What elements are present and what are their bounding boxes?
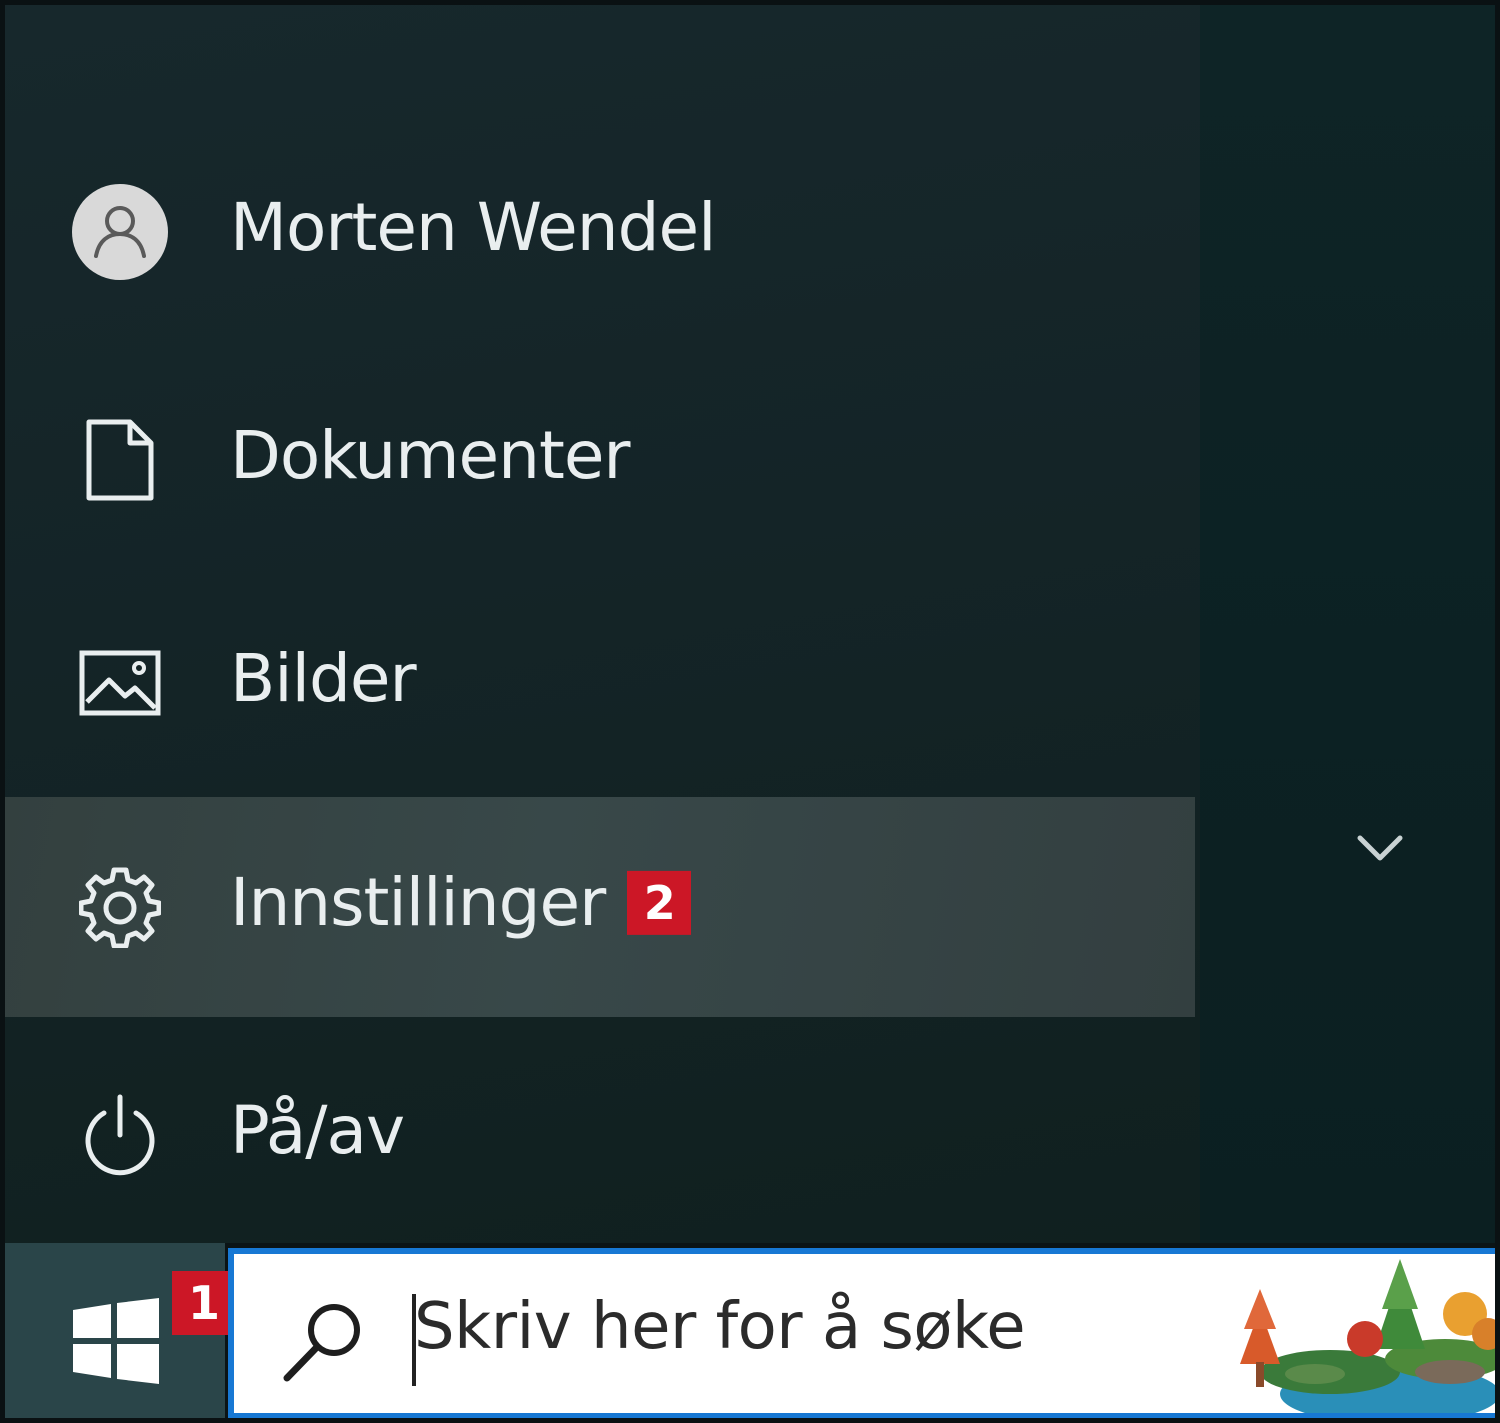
taskbar: 1 Skriv her for å søke <box>0 1243 1500 1423</box>
menu-item-settings-label: Innstillinger 2 <box>230 863 692 941</box>
search-box[interactable]: Skriv her for å søke <box>228 1248 1500 1419</box>
gear-icon <box>70 857 170 957</box>
search-placeholder: Skriv her for å søke <box>414 1290 1026 1364</box>
menu-item-settings[interactable]: Innstillinger 2 <box>5 797 1195 1017</box>
callout-badge-2: 2 <box>627 870 692 935</box>
menu-item-documents-label: Dokumenter <box>230 416 631 494</box>
menu-item-user[interactable]: Morten Wendel <box>5 122 1195 342</box>
windows-logo-icon <box>73 1298 159 1384</box>
menu-item-power-label: På/av <box>230 1091 405 1169</box>
callout-badge-1: 1 <box>172 1271 236 1335</box>
start-button[interactable]: 1 <box>5 1243 236 1418</box>
search-icon <box>283 1304 360 1382</box>
menu-item-power[interactable]: På/av <box>5 1025 1195 1245</box>
user-avatar-icon <box>70 182 170 282</box>
document-icon <box>70 410 170 510</box>
menu-item-pictures[interactable]: Bilder <box>5 573 1195 793</box>
menu-item-documents[interactable]: Dokumenter <box>5 350 1195 570</box>
pictures-icon <box>70 633 170 733</box>
power-icon <box>70 1085 170 1185</box>
search-highlight-illustration <box>1240 1259 1500 1413</box>
menu-item-user-label: Morten Wendel <box>230 188 716 266</box>
chevron-down-icon[interactable] <box>1350 822 1410 872</box>
menu-item-pictures-label: Bilder <box>230 639 417 717</box>
start-menu-tiles-pane <box>1200 0 1500 1243</box>
settings-label-text: Innstillinger <box>230 863 606 941</box>
